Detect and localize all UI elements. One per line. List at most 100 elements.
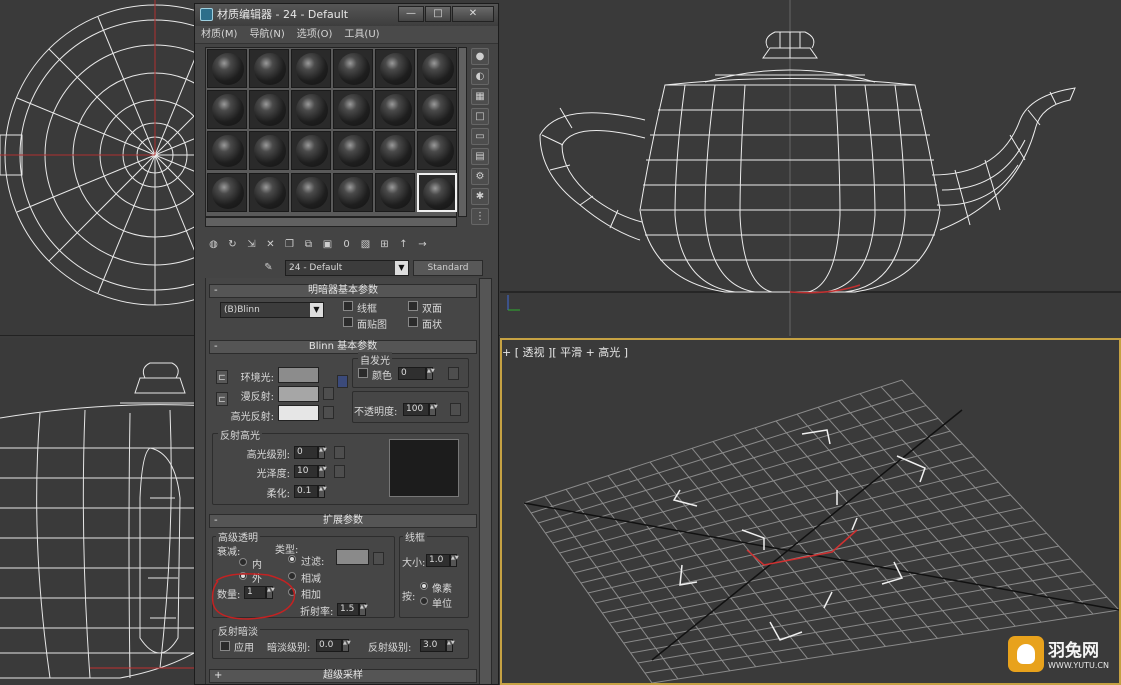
viewport-front[interactable] — [500, 0, 1121, 336]
self-illum-spinner[interactable]: ▲▼ — [426, 367, 435, 380]
material-sample-slot[interactable] — [417, 49, 457, 88]
ambient-map-lock-button[interactable] — [337, 375, 348, 388]
wire-size-spinner[interactable]: ▲▼ — [450, 554, 459, 567]
specular-level-map-button[interactable] — [334, 446, 345, 459]
material-sample-slot[interactable] — [291, 173, 331, 212]
filter-color-swatch[interactable] — [336, 549, 369, 565]
assign-material-icon[interactable]: ⇲ — [243, 236, 260, 253]
material-id-icon[interactable]: 0 — [338, 236, 355, 253]
specular-color-swatch[interactable] — [278, 405, 319, 421]
viewport-label[interactable]: + [ 透视 ][ 平滑 + 高光 ] — [502, 344, 628, 360]
material-sample-slot[interactable] — [291, 49, 331, 88]
specular-level-input[interactable]: 0 — [294, 446, 318, 459]
show-map-icon[interactable]: ▧ — [357, 236, 374, 253]
material-sample-slot[interactable] — [333, 131, 373, 170]
type-filter-radio[interactable] — [288, 555, 296, 563]
opacity-input[interactable]: 100 — [403, 403, 429, 416]
ior-input[interactable]: 1.5 — [337, 603, 359, 616]
wire-checkbox[interactable] — [343, 301, 353, 311]
window-titlebar[interactable]: 材质编辑器 - 24 - Default — □ ✕ — [195, 4, 498, 26]
apply-dimming-checkbox[interactable] — [220, 641, 230, 651]
opacity-spinner[interactable]: ▲▼ — [429, 403, 438, 416]
material-sample-slot[interactable] — [417, 173, 457, 212]
rollouts-scrollbar[interactable] — [479, 278, 492, 684]
select-by-material-icon[interactable]: ✱ — [471, 188, 489, 205]
ambient-color-swatch[interactable] — [278, 367, 319, 383]
material-sample-slot[interactable] — [249, 131, 289, 170]
material-name-dropdown[interactable]: 24 - Default ▼ — [285, 260, 409, 276]
menu-utilities[interactable]: 工具(U) — [338, 26, 385, 43]
get-material-icon[interactable]: ◍ — [205, 236, 222, 253]
minimize-button[interactable]: — — [398, 6, 424, 22]
dim-level-spinner[interactable]: ▲▼ — [342, 639, 351, 652]
material-sample-slot[interactable] — [375, 49, 415, 88]
material-editor-window[interactable]: 材质编辑器 - 24 - Default — □ ✕ 材质(M) 导航(N) 选… — [194, 3, 499, 685]
faceted-checkbox[interactable] — [408, 317, 418, 327]
backlight-icon[interactable]: ◐ — [471, 68, 489, 85]
go-forward-sibling-icon[interactable]: → — [414, 236, 431, 253]
material-sample-slot[interactable] — [207, 131, 247, 170]
background-icon[interactable]: ▦ — [471, 88, 489, 105]
specular-level-spinner[interactable]: ▲▼ — [318, 446, 327, 459]
material-sample-slot[interactable] — [375, 90, 415, 129]
make-preview-icon[interactable]: ▤ — [471, 148, 489, 165]
wire-units-radio[interactable] — [420, 597, 428, 605]
menu-navigation[interactable]: 导航(N) — [243, 26, 290, 43]
material-navigator-icon[interactable]: ⋮ — [471, 208, 489, 225]
soften-spinner[interactable]: ▲▼ — [318, 485, 327, 498]
go-to-parent-icon[interactable]: ↑ — [395, 236, 412, 253]
material-sample-slot[interactable] — [417, 90, 457, 129]
refl-level-input[interactable]: 3.0 — [420, 639, 446, 652]
rollout-blinn-basic-header[interactable]: - Blinn 基本参数 — [209, 340, 477, 354]
maximize-button[interactable]: □ — [425, 6, 451, 22]
make-copy-icon[interactable]: ❐ — [281, 236, 298, 253]
menu-material[interactable]: 材质(M) — [195, 26, 243, 43]
self-illum-value-input[interactable]: 0 — [398, 367, 426, 380]
sample-type-icon[interactable]: ● — [471, 48, 489, 65]
rollout-shader-basic-header[interactable]: - 明暗器基本参数 — [209, 284, 477, 298]
diffuse-map-button[interactable] — [323, 387, 334, 400]
options-icon[interactable]: ⚙ — [471, 168, 489, 185]
slots-horizontal-scrollbar[interactable] — [205, 217, 457, 227]
specular-map-button[interactable] — [323, 406, 334, 419]
menu-options[interactable]: 选项(O) — [291, 26, 339, 43]
diffuse-color-swatch[interactable] — [278, 386, 319, 402]
close-button[interactable]: ✕ — [452, 6, 494, 22]
put-to-library-icon[interactable]: ▣ — [319, 236, 336, 253]
ior-spinner[interactable]: ▲▼ — [359, 603, 368, 616]
self-illum-map-button[interactable] — [448, 367, 459, 380]
material-sample-slot[interactable] — [207, 173, 247, 212]
material-sample-slot[interactable] — [375, 173, 415, 212]
material-sample-slot[interactable] — [207, 49, 247, 88]
pick-material-eyedropper-icon[interactable]: ✎ — [260, 259, 277, 276]
material-sample-slot[interactable] — [333, 49, 373, 88]
filter-map-button[interactable] — [373, 552, 384, 565]
falloff-in-radio[interactable] — [239, 558, 247, 566]
refl-level-spinner[interactable]: ▲▼ — [446, 639, 455, 652]
material-sample-slot[interactable] — [291, 131, 331, 170]
wire-size-input[interactable]: 1.0 — [426, 554, 450, 567]
dim-level-input[interactable]: 0.0 — [316, 639, 342, 652]
soften-input[interactable]: 0.1 — [294, 485, 318, 498]
material-sample-slot[interactable] — [249, 90, 289, 129]
glossiness-spinner[interactable]: ▲▼ — [318, 465, 327, 478]
material-sample-slot[interactable] — [249, 49, 289, 88]
glossiness-map-button[interactable] — [334, 465, 345, 478]
glossiness-input[interactable]: 10 — [294, 465, 318, 478]
material-sample-slot[interactable] — [333, 90, 373, 129]
make-unique-icon[interactable]: ⧉ — [300, 236, 317, 253]
video-color-check-icon[interactable]: ▭ — [471, 128, 489, 145]
face-map-checkbox[interactable] — [343, 317, 353, 327]
material-sample-slot[interactable] — [417, 131, 457, 170]
shader-dropdown[interactable]: (B)Blinn ▼ — [220, 302, 324, 318]
wire-pixels-radio[interactable] — [420, 582, 428, 590]
reset-map-icon[interactable]: ✕ — [262, 236, 279, 253]
uv-tiling-icon[interactable]: □ — [471, 108, 489, 125]
two-sided-checkbox[interactable] — [408, 301, 418, 311]
material-sample-slot[interactable] — [291, 90, 331, 129]
put-to-scene-icon[interactable]: ↻ — [224, 236, 241, 253]
material-sample-slot[interactable] — [375, 131, 415, 170]
show-end-result-icon[interactable]: ⊞ — [376, 236, 393, 253]
material-sample-slot[interactable] — [333, 173, 373, 212]
self-illum-color-checkbox[interactable] — [358, 368, 368, 378]
